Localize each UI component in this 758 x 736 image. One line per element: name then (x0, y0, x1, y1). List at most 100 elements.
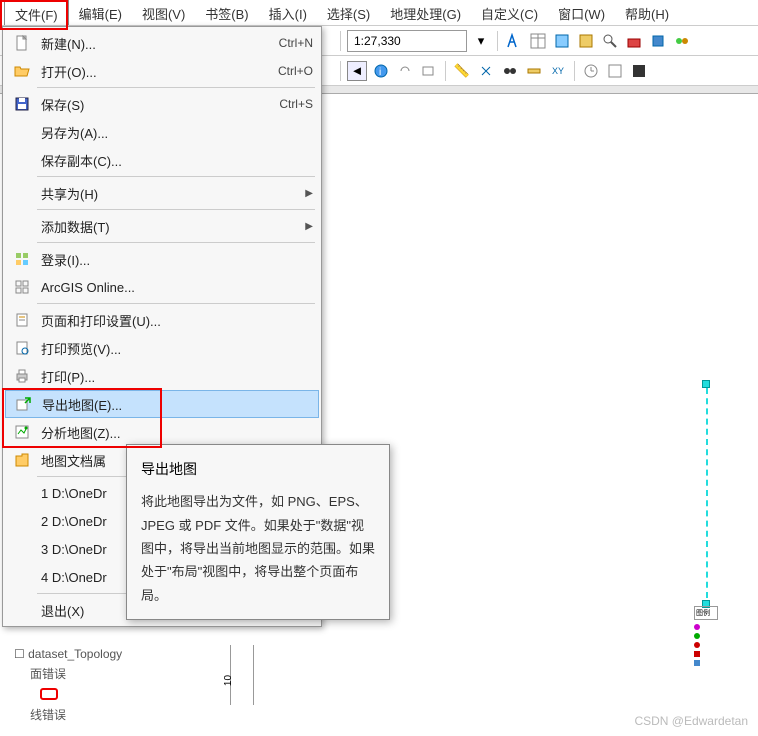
blank-icon (9, 121, 35, 143)
blank-icon (9, 566, 35, 588)
menu-label: 保存副本(C)... (41, 151, 313, 170)
toc-panel: ☐ dataset_Topology 面错误 线错误 (10, 645, 122, 725)
popup-icon[interactable] (419, 61, 439, 81)
pointer-icon[interactable]: ◄ (347, 61, 367, 81)
toc-item-1[interactable]: 面错误 (10, 663, 122, 684)
menu-edit[interactable]: 编辑(E) (69, 0, 132, 25)
window-icon[interactable] (605, 61, 625, 81)
menu-select[interactable]: 选择(S) (317, 0, 380, 25)
python-icon[interactable] (648, 31, 668, 51)
save-icon (9, 93, 35, 115)
menu-item-14[interactable]: 页面和打印设置(U)... (5, 306, 319, 334)
menu-label: 保存(S) (41, 95, 279, 114)
catalog-icon[interactable] (576, 31, 596, 51)
menu-customize[interactable]: 自定义(C) (471, 0, 548, 25)
menu-item-3[interactable]: 保存(S)Ctrl+S (5, 90, 319, 118)
submenu-arrow-icon: ▶ (305, 221, 313, 232)
menu-item-5[interactable]: 保存副本(C)... (5, 146, 319, 174)
menu-item-7[interactable]: 共享为(H)▶ (5, 179, 319, 207)
menu-separator (37, 303, 315, 304)
menu-item-11[interactable]: 登录(I)... (5, 245, 319, 273)
menu-separator (37, 87, 315, 88)
menu-shortcut: Ctrl+S (279, 97, 313, 111)
search-icon[interactable] (600, 31, 620, 51)
menu-window[interactable]: 窗口(W) (548, 0, 615, 25)
viewer-icon[interactable] (629, 61, 649, 81)
document-icon (9, 32, 35, 54)
scale-input[interactable] (347, 30, 467, 52)
menu-label: 另存为(A)... (41, 123, 313, 142)
menu-bookmark[interactable]: 书签(B) (195, 0, 258, 25)
toc-layer[interactable]: ☐ dataset_Topology (10, 645, 122, 663)
menu-label: 打印(P)... (41, 367, 313, 386)
menu-item-15[interactable]: 打印预览(V)... (5, 334, 319, 362)
analyze-icon (9, 421, 35, 443)
time-icon[interactable] (581, 61, 601, 81)
guide-line (706, 388, 708, 598)
menu-item-1[interactable]: 打开(O)...Ctrl+O (5, 57, 319, 85)
blank-icon (9, 538, 35, 560)
menu-shortcut: Ctrl+N (279, 36, 313, 50)
binoculars-icon[interactable] (500, 61, 520, 81)
menu-label: 登录(I)... (41, 250, 313, 269)
menu-separator (37, 242, 315, 243)
dropdown-icon[interactable]: ▾ (471, 31, 491, 51)
menu-item-18[interactable]: 分析地图(Z)... (5, 418, 319, 446)
menu-item-4[interactable]: 另存为(A)... (5, 118, 319, 146)
tooltip-title: 导出地图 (141, 457, 375, 482)
menu-label: 分析地图(Z)... (41, 423, 313, 442)
table-icon[interactable] (528, 31, 548, 51)
goto-xy-icon[interactable]: XY (548, 61, 568, 81)
menu-shortcut: Ctrl+O (278, 64, 313, 78)
export-icon (10, 393, 36, 415)
menu-item-12[interactable]: ArcGIS Online... (5, 273, 319, 301)
measure2-icon[interactable] (524, 61, 544, 81)
menu-label: ArcGIS Online... (41, 280, 313, 295)
menu-label: 共享为(H) (41, 184, 301, 203)
symbol-area-error (40, 688, 58, 700)
tooltip-body: 将此地图导出为文件，如 PNG、EPS、JPEG 或 PDF 文件。如果处于"数… (141, 490, 375, 607)
properties-icon (9, 449, 35, 471)
page-setup-icon (9, 309, 35, 331)
menu-label: 添加数据(T) (41, 217, 301, 236)
login-icon (9, 248, 35, 270)
menubar: 文件(F) 编辑(E) 视图(V) 书签(B) 插入(I) 选择(S) 地理处理… (0, 0, 758, 26)
editor-icon[interactable] (504, 31, 524, 51)
toolbox-icon[interactable] (624, 31, 644, 51)
find-icon[interactable] (476, 61, 496, 81)
menu-insert[interactable]: 插入(I) (259, 0, 317, 25)
tooltip-export-map: 导出地图 将此地图导出为文件，如 PNG、EPS、JPEG 或 PDF 文件。如… (126, 444, 390, 620)
menu-item-17[interactable]: 导出地图(E)... (5, 390, 319, 418)
identify-icon[interactable]: i (371, 61, 391, 81)
toc-item-2[interactable]: 线错误 (10, 704, 122, 725)
layout-icon[interactable] (552, 31, 572, 51)
menu-item-0[interactable]: 新建(N)...Ctrl+N (5, 29, 319, 57)
menu-geoprocessing[interactable]: 地理处理(G) (380, 0, 471, 25)
menu-label: 打开(O)... (41, 62, 278, 81)
print-icon (9, 365, 35, 387)
menu-help[interactable]: 帮助(H) (615, 0, 679, 25)
link-icon[interactable] (395, 61, 415, 81)
folder-open-icon (9, 60, 35, 82)
svg-text:i: i (379, 67, 381, 78)
menu-file[interactable]: 文件(F) (4, 0, 69, 25)
menu-label: 页面和打印设置(U)... (41, 311, 313, 330)
menu-item-16[interactable]: 打印(P)... (5, 362, 319, 390)
blank-icon (9, 182, 35, 204)
menu-label: 导出地图(E)... (42, 395, 312, 414)
legend: 图例 (694, 606, 754, 706)
menu-label: 打印预览(V)... (41, 339, 313, 358)
measure-icon[interactable]: 📏 (452, 61, 472, 81)
menu-separator (37, 176, 315, 177)
menu-item-9[interactable]: 添加数据(T) ▶ (5, 212, 319, 240)
menu-separator (37, 209, 315, 210)
model-icon[interactable] (672, 31, 692, 51)
grid-icon (9, 276, 35, 298)
handle-top[interactable] (702, 380, 710, 388)
menu-view[interactable]: 视图(V) (132, 0, 195, 25)
menu-label: 新建(N)... (41, 34, 279, 53)
watermark: CSDN @Edwardetan (634, 714, 748, 728)
print-preview-icon (9, 337, 35, 359)
blank-icon (9, 510, 35, 532)
blank-icon (9, 599, 35, 621)
